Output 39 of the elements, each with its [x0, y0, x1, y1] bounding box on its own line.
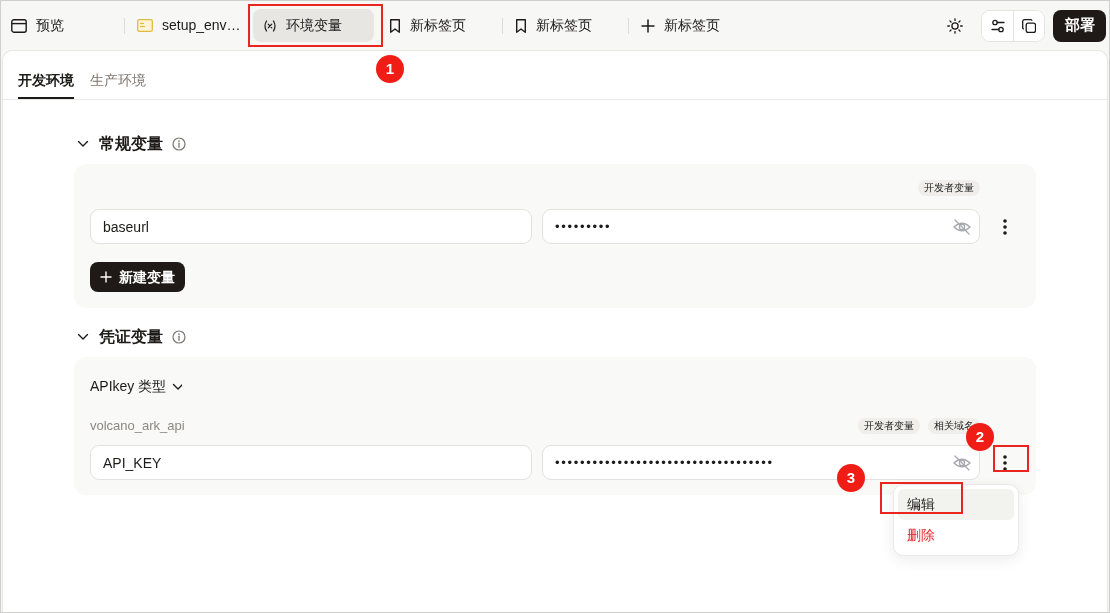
tab[interactable]: 环境变量	[253, 9, 374, 42]
info-icon[interactable]	[172, 330, 186, 344]
browser-window-icon	[11, 18, 27, 33]
section-title: 凭证变量	[99, 327, 163, 347]
three-dots-icon[interactable]	[1003, 218, 1007, 235]
plus-icon	[100, 271, 112, 283]
info-icon[interactable]	[172, 137, 186, 151]
copy-button[interactable]	[1013, 10, 1044, 41]
tab[interactable]: 新标签页	[379, 9, 500, 42]
new-variable-button[interactable]: 新建变量	[90, 262, 185, 292]
tab[interactable]: 新标签页	[631, 9, 752, 42]
tab[interactable]: setup_env…	[127, 9, 248, 42]
env-tab[interactable]: 生产环境	[90, 51, 146, 99]
variable-icon	[263, 19, 277, 32]
copy-icon	[1022, 18, 1036, 33]
terminal-icon	[137, 19, 153, 32]
bookmark-icon	[389, 18, 401, 33]
section-title: 常规变量	[99, 134, 163, 154]
sun-icon[interactable]	[947, 17, 963, 34]
sliders-icon	[990, 18, 1005, 33]
type-dropdown[interactable]: APIkey 类型	[90, 373, 183, 399]
env-tab[interactable]: 开发环境	[18, 51, 74, 99]
variable-tag: 开发者变量	[918, 180, 980, 196]
tab[interactable]: 预览	[1, 9, 122, 42]
plus-icon	[641, 18, 655, 33]
name-field[interactable]: API_KEY	[90, 445, 532, 480]
step-number-badge: 3	[837, 464, 865, 492]
chevron-down-icon	[172, 381, 183, 391]
tab[interactable]: 新标签页	[505, 9, 626, 42]
menu-item[interactable]: 删除	[898, 520, 1014, 551]
highlight-frame	[993, 445, 1029, 472]
variable-label: volcano_ark_api	[90, 418, 185, 434]
name-field[interactable]: baseurl	[90, 209, 532, 244]
variable-tag: 开发者变量	[858, 418, 920, 434]
deploy-button[interactable]: 部署	[1053, 9, 1106, 42]
secret-value-field[interactable]: •••••••••	[542, 209, 980, 244]
three-dots-icon[interactable]	[1003, 454, 1007, 471]
bookmark-icon	[515, 18, 527, 33]
menu-item[interactable]: 编辑	[898, 489, 1014, 520]
